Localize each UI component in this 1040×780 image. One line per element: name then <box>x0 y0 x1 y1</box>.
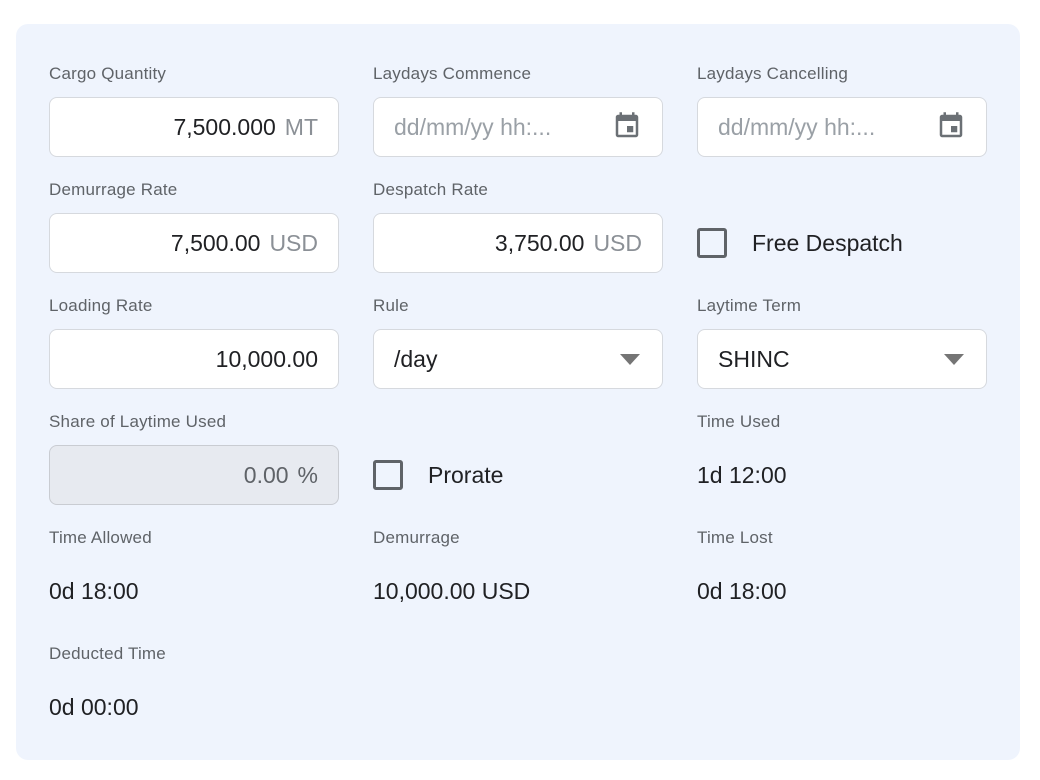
field-deducted-time: Deducted Time 0d 00:00 <box>49 644 339 737</box>
prorate-label: Prorate <box>428 462 503 489</box>
empty-cell <box>373 644 663 737</box>
free-despatch-label-spacer <box>697 180 987 200</box>
demurrage-rate-currency: USD <box>269 230 318 257</box>
field-prorate: Prorate <box>373 412 663 505</box>
field-loading-rate: Loading Rate 10,000.00 <box>49 296 339 389</box>
field-laydays-cancelling: Laydays Cancelling <box>697 64 987 157</box>
demurrage-rate-label: Demurrage Rate <box>49 180 339 200</box>
demurrage-rate-value: 7,500.00 <box>171 230 261 257</box>
laytime-form-panel: Cargo Quantity 7,500.000 MT Laydays Comm… <box>16 24 1020 760</box>
demurrage-rate-input[interactable]: 7,500.00 USD <box>49 213 339 273</box>
laydays-commence-input[interactable] <box>394 114 602 141</box>
field-rule: Rule /day <box>373 296 663 389</box>
free-despatch-checkbox[interactable] <box>697 228 727 258</box>
laydays-cancelling-label: Laydays Cancelling <box>697 64 987 84</box>
rule-select[interactable]: /day <box>373 329 663 389</box>
chevron-down-icon <box>944 354 964 365</box>
laydays-commence-field <box>373 97 663 157</box>
laydays-commence-label: Laydays Commence <box>373 64 663 84</box>
laytime-term-label: Laytime Term <box>697 296 987 316</box>
time-used-value: 1d 12:00 <box>697 445 987 505</box>
time-lost-value: 0d 18:00 <box>697 561 987 621</box>
prorate-checkbox[interactable] <box>373 460 403 490</box>
prorate-label-spacer <box>373 412 663 432</box>
time-used-label: Time Used <box>697 412 987 432</box>
time-allowed-label: Time Allowed <box>49 528 339 548</box>
field-cargo-quantity: Cargo Quantity 7,500.000 MT <box>49 64 339 157</box>
demurrage-total-value: 10,000.00 USD <box>373 561 663 621</box>
time-lost-label: Time Lost <box>697 528 987 548</box>
despatch-rate-currency: USD <box>593 230 642 257</box>
field-free-despatch: Free Despatch <box>697 180 987 273</box>
share-of-laytime-label: Share of Laytime Used <box>49 412 339 432</box>
despatch-rate-input[interactable]: 3,750.00 USD <box>373 213 663 273</box>
despatch-rate-value: 3,750.00 <box>495 230 585 257</box>
despatch-rate-label: Despatch Rate <box>373 180 663 200</box>
cargo-quantity-unit: MT <box>285 114 318 141</box>
loading-rate-label: Loading Rate <box>49 296 339 316</box>
share-of-laytime-unit: % <box>298 462 318 489</box>
field-demurrage-rate: Demurrage Rate 7,500.00 USD <box>49 180 339 273</box>
field-time-lost: Time Lost 0d 18:00 <box>697 528 987 621</box>
calendar-icon <box>612 111 642 144</box>
cargo-quantity-label: Cargo Quantity <box>49 64 339 84</box>
laydays-cancelling-field <box>697 97 987 157</box>
field-laydays-commence: Laydays Commence <box>373 64 663 157</box>
laytime-term-value: SHINC <box>718 346 790 373</box>
chevron-down-icon <box>620 354 640 365</box>
form-grid: Cargo Quantity 7,500.000 MT Laydays Comm… <box>16 24 1020 737</box>
calendar-icon <box>936 111 966 144</box>
field-time-allowed: Time Allowed 0d 18:00 <box>49 528 339 621</box>
field-despatch-rate: Despatch Rate 3,750.00 USD <box>373 180 663 273</box>
share-of-laytime-input: 0.00 % <box>49 445 339 505</box>
prorate-row: Prorate <box>373 445 663 505</box>
free-despatch-row: Free Despatch <box>697 213 987 273</box>
field-share-of-laytime: Share of Laytime Used 0.00 % <box>49 412 339 505</box>
laydays-commence-calendar-button[interactable] <box>612 111 642 144</box>
rule-label: Rule <box>373 296 663 316</box>
laydays-cancelling-calendar-button[interactable] <box>936 111 966 144</box>
laydays-cancelling-input[interactable] <box>718 114 926 141</box>
time-allowed-value: 0d 18:00 <box>49 561 339 621</box>
demurrage-total-label: Demurrage <box>373 528 663 548</box>
share-of-laytime-value: 0.00 <box>244 462 289 489</box>
field-time-used: Time Used 1d 12:00 <box>697 412 987 505</box>
cargo-quantity-value: 7,500.000 <box>173 114 275 141</box>
field-demurrage-total: Demurrage 10,000.00 USD <box>373 528 663 621</box>
loading-rate-input[interactable]: 10,000.00 <box>49 329 339 389</box>
empty-cell <box>697 644 987 737</box>
deducted-time-value: 0d 00:00 <box>49 677 339 737</box>
field-laytime-term: Laytime Term SHINC <box>697 296 987 389</box>
free-despatch-label: Free Despatch <box>752 230 903 257</box>
loading-rate-value: 10,000.00 <box>216 346 318 373</box>
cargo-quantity-input[interactable]: 7,500.000 MT <box>49 97 339 157</box>
laytime-term-select[interactable]: SHINC <box>697 329 987 389</box>
rule-value: /day <box>394 346 437 373</box>
deducted-time-label: Deducted Time <box>49 644 339 664</box>
